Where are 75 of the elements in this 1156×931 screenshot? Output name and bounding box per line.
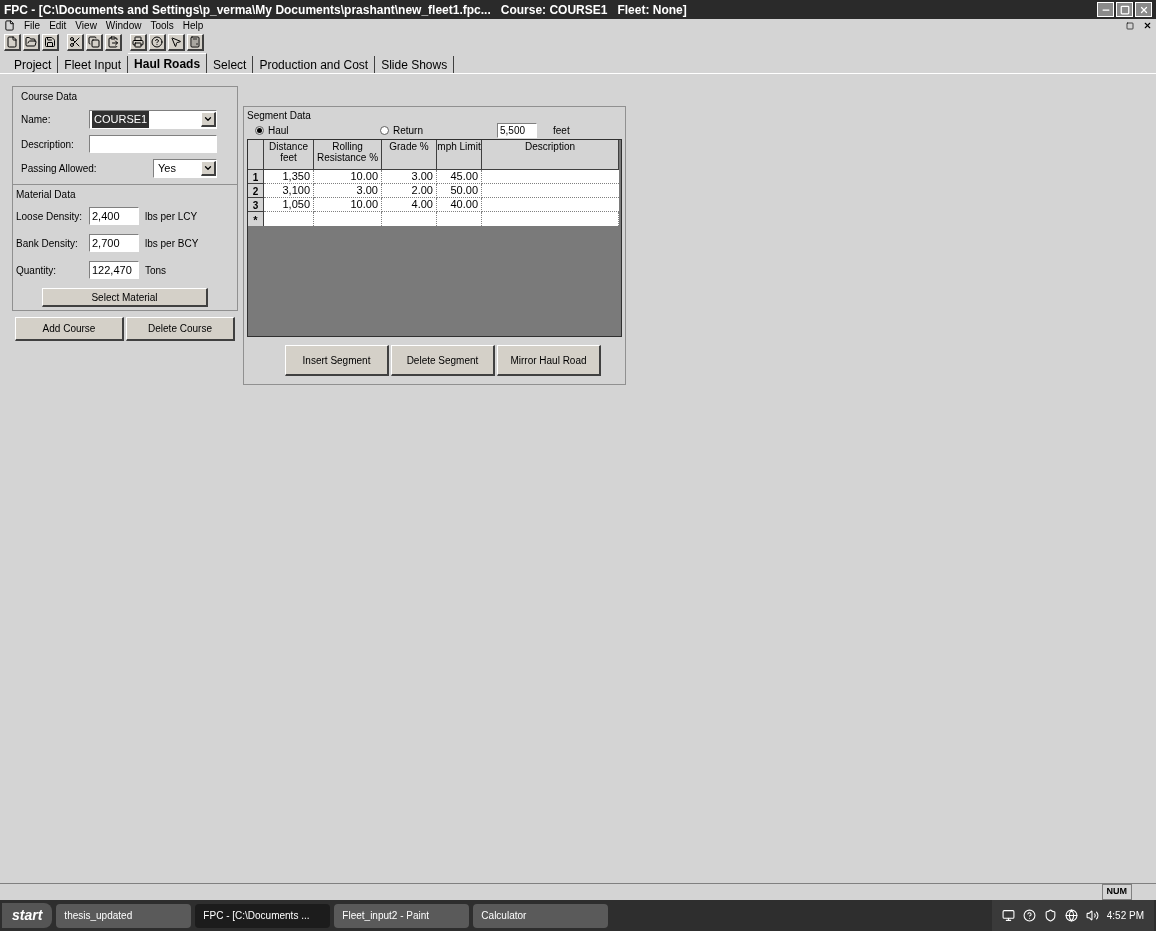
- monitor-icon[interactable]: [1001, 909, 1015, 922]
- segment-button[interactable]: Insert Segment: [285, 345, 389, 376]
- menu-item[interactable]: Help: [182, 18, 204, 33]
- globe-icon[interactable]: [1064, 909, 1078, 922]
- close-icon[interactable]: [1143, 21, 1152, 30]
- copy-icon[interactable]: [86, 33, 103, 51]
- status-indicator: NUM: [1101, 884, 1132, 900]
- row-header: 3: [248, 198, 264, 212]
- close-icon: [1138, 4, 1149, 15]
- segment-button[interactable]: Delete Segment: [391, 345, 495, 376]
- field-label: Description:: [21, 137, 75, 152]
- description-field[interactable]: [89, 135, 217, 153]
- menu-item[interactable]: Tools: [150, 18, 174, 33]
- unit-label: lbs per BCY: [145, 236, 199, 251]
- taskbar-button[interactable]: Fleet_input2 - Paint: [334, 903, 470, 928]
- help-icon[interactable]: [149, 33, 166, 51]
- tab[interactable]: Production and Cost: [253, 56, 376, 73]
- tab[interactable]: Select: [207, 56, 254, 73]
- paste-icon[interactable]: [105, 33, 122, 51]
- row-header: 2: [248, 184, 264, 198]
- value-field[interactable]: 122,470: [89, 261, 139, 279]
- help-icon[interactable]: [1022, 909, 1036, 922]
- new-row-marker: *: [248, 212, 264, 226]
- menu-item[interactable]: File: [24, 18, 41, 33]
- group-title: Segment Data: [247, 109, 312, 123]
- minimize-button[interactable]: [1097, 2, 1114, 17]
- context-help-icon[interactable]: [168, 33, 185, 51]
- start-button[interactable]: start: [2, 903, 53, 928]
- tab[interactable]: Project: [8, 56, 59, 73]
- printer-icon[interactable]: [130, 33, 147, 51]
- row-header: 1: [248, 170, 264, 184]
- unit-label: lbs per LCY: [145, 209, 198, 224]
- field-label: Quantity:: [16, 263, 58, 278]
- save-icon[interactable]: [42, 33, 59, 51]
- menu-item[interactable]: View: [75, 18, 97, 33]
- length-field[interactable]: 5,500: [497, 122, 537, 138]
- field-label: Name:: [21, 113, 52, 127]
- passing-dropdown[interactable]: Yes: [153, 159, 217, 178]
- taskbar-button[interactable]: Calculator: [473, 903, 609, 928]
- folder-icon[interactable]: [23, 33, 40, 51]
- maximize-icon: [1119, 4, 1130, 15]
- value-field[interactable]: 2,700: [89, 234, 139, 252]
- taskbar-button[interactable]: thesis_updated: [56, 903, 192, 928]
- restore-icon[interactable]: [1126, 21, 1134, 30]
- clock: 4:52 PM: [1106, 909, 1144, 923]
- radio-label: Return: [393, 123, 423, 138]
- unit-label: Tons: [145, 263, 167, 278]
- maximize-button[interactable]: [1116, 2, 1133, 17]
- shield-icon[interactable]: [1043, 909, 1057, 922]
- radio-button[interactable]: [380, 125, 389, 135]
- window-title: FPC - [C:\Documents and Settings\p_verma\My Documents\prashant\new_fleet1.fpc... Course: COURSE1 Fleet: None]: [4, 1, 687, 19]
- taskbar-button[interactable]: FPC - [C:\Documents ...: [195, 903, 331, 928]
- menu-item[interactable]: Edit: [49, 18, 67, 33]
- field-label: Passing Allowed:: [21, 162, 98, 176]
- radio-label: Haul: [268, 123, 289, 138]
- course-button[interactable]: Delete Course: [126, 317, 235, 341]
- select-material-button[interactable]: Select Material: [42, 288, 208, 307]
- unit-label: feet: [553, 123, 570, 138]
- new-file-icon[interactable]: [4, 33, 21, 51]
- field-label: Bank Density:: [16, 236, 79, 251]
- value-field[interactable]: 2,400: [89, 207, 139, 225]
- course-button[interactable]: Add Course: [15, 317, 124, 341]
- tab[interactable]: Slide Shows: [375, 56, 455, 73]
- name-dropdown[interactable]: COURSE1: [89, 110, 217, 129]
- speaker-icon[interactable]: [1085, 909, 1099, 922]
- tab[interactable]: Haul Roads: [128, 53, 208, 73]
- field-label: Loose Density:: [16, 209, 84, 224]
- segment-button[interactable]: Mirror Haul Road: [497, 345, 601, 376]
- document-icon: [4, 20, 15, 31]
- cut-icon[interactable]: [67, 33, 84, 51]
- calculator-icon[interactable]: [187, 33, 204, 51]
- group-title: Material Data: [16, 188, 77, 202]
- menu-item[interactable]: Window: [105, 18, 142, 33]
- group-title: Course Data: [21, 90, 79, 104]
- radio-button[interactable]: [255, 125, 264, 135]
